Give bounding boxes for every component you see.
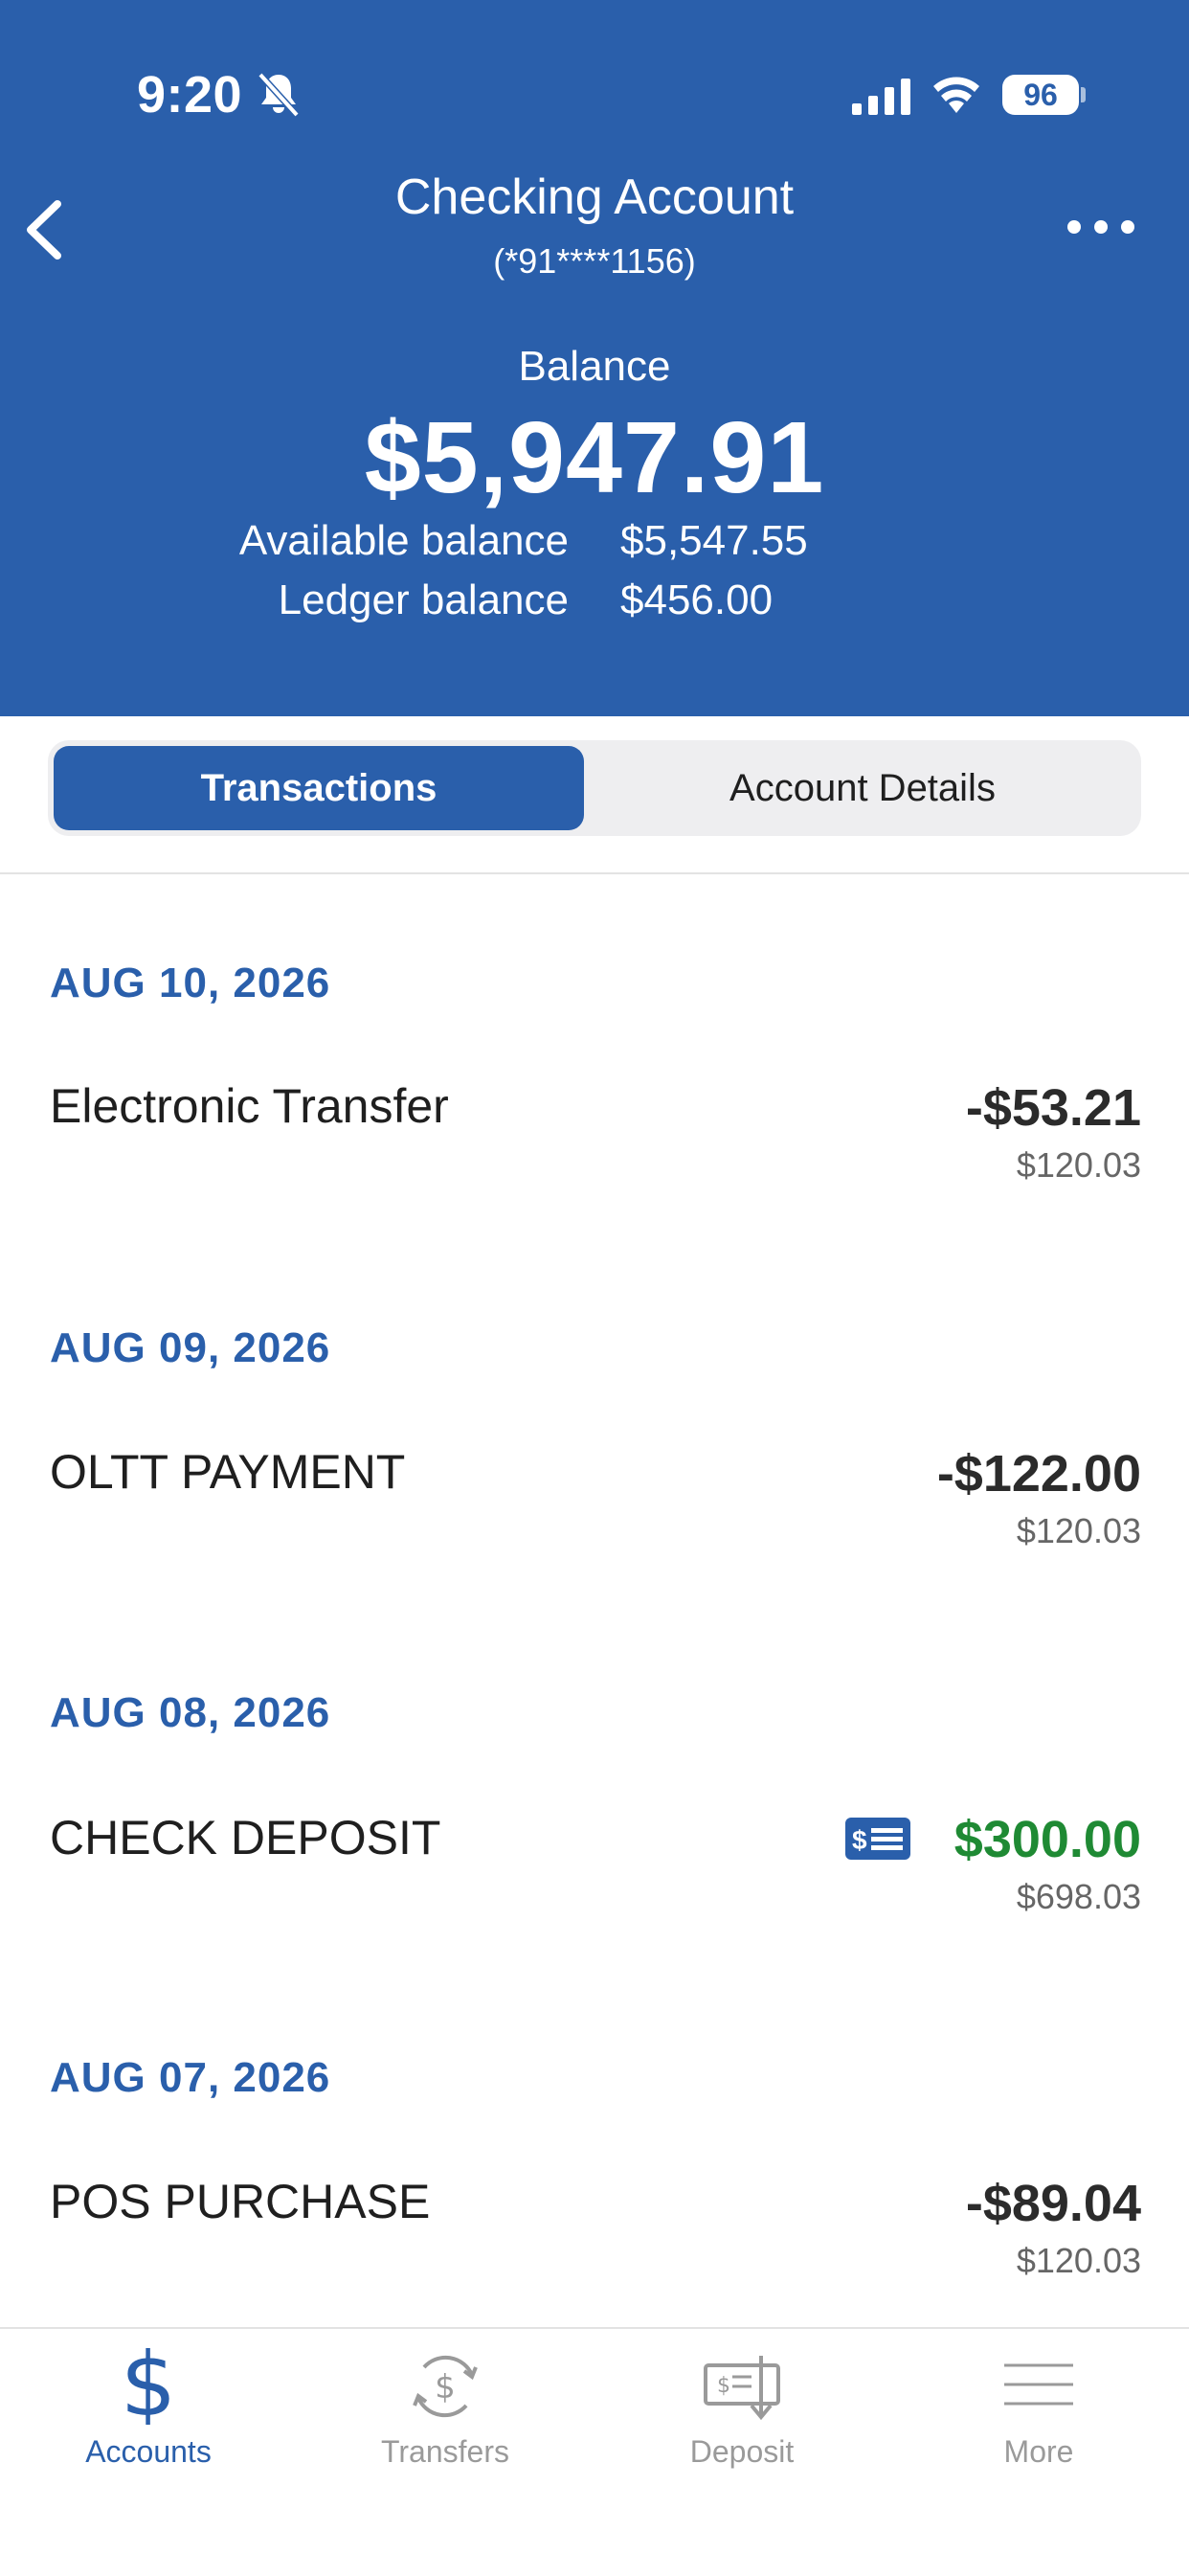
bell-muted-icon <box>258 72 300 118</box>
section-divider <box>0 872 1189 874</box>
transaction-name[interactable]: OLTT PAYMENT <box>50 1444 405 1500</box>
wifi-icon <box>933 77 979 113</box>
date-header: AUG 10, 2026 <box>50 960 331 1006</box>
cellular-signal-icon <box>852 79 910 115</box>
transfer-icon: $ <box>413 2355 478 2418</box>
svg-text:$: $ <box>435 2368 456 2407</box>
menu-icon <box>1004 2363 1073 2406</box>
tab-label: Accounts <box>85 2434 212 2469</box>
tab-transfers[interactable]: $ Transfers <box>297 2329 594 2511</box>
tab-label: More <box>1003 2434 1074 2469</box>
transaction-running-balance: $120.03 <box>1016 1511 1141 1550</box>
transaction-running-balance: $698.03 <box>1016 1877 1141 1916</box>
segmented-control: Transactions Account Details <box>48 740 1141 836</box>
available-balance-value: $5,547.55 <box>620 517 808 564</box>
svg-text:$: $ <box>852 1825 867 1855</box>
tab-accounts[interactable]: $ Accounts <box>0 2329 297 2511</box>
svg-text:$: $ <box>121 2344 177 2425</box>
bottom-tab-bar: $ Accounts $ Transfers $ Deposit More <box>0 2327 1189 2576</box>
balance-amount: $5,947.91 <box>364 401 825 514</box>
account-header: 9:20 96 Checking Account (*91****1156) B… <box>0 0 1189 716</box>
page-title: Checking Account <box>394 169 795 225</box>
tab-account-details[interactable]: Account Details <box>590 746 1135 830</box>
account-number: (*91****1156) <box>493 241 696 281</box>
svg-text:$: $ <box>717 2374 730 2398</box>
ledger-balance-row: Ledger balance $456.00 <box>0 576 1189 634</box>
battery-nub <box>1081 87 1086 102</box>
tab-label: Deposit <box>689 2434 795 2469</box>
transaction-amount: $300.00 <box>953 1811 1141 1868</box>
transaction-running-balance: $120.03 <box>1016 2241 1141 2280</box>
transaction-amount: -$122.00 <box>936 1445 1141 1503</box>
date-header: AUG 07, 2026 <box>50 2054 331 2101</box>
tab-label: Transfers <box>381 2434 509 2469</box>
check-deposit-icon: $ <box>845 1818 910 1860</box>
deposit-check-icon: $ <box>704 2356 780 2421</box>
date-header: AUG 09, 2026 <box>50 1324 331 1371</box>
ledger-balance-value: $456.00 <box>620 576 774 623</box>
balance-label: Balance <box>518 343 671 390</box>
transaction-name[interactable]: CHECK DEPOSIT <box>50 1810 440 1865</box>
status-time: 9:20 <box>137 66 243 124</box>
battery-indicator: 96 <box>1002 75 1079 115</box>
available-balance-label: Available balance <box>238 517 569 564</box>
transaction-running-balance: $120.03 <box>1016 1145 1141 1185</box>
tab-deposit[interactable]: $ Deposit <box>594 2329 890 2511</box>
transaction-amount: -$89.04 <box>965 2175 1141 2232</box>
available-balance-row: Available balance $5,547.55 <box>0 517 1189 575</box>
tab-more[interactable]: More <box>890 2329 1187 2511</box>
date-header: AUG 08, 2026 <box>50 1689 331 1736</box>
tab-transactions[interactable]: Transactions <box>54 746 584 830</box>
ledger-balance-label: Ledger balance <box>278 576 569 623</box>
transaction-name[interactable]: POS PURCHASE <box>50 2174 430 2229</box>
transaction-name[interactable]: Electronic Transfer <box>50 1078 449 1134</box>
transaction-amount: -$53.21 <box>965 1079 1141 1137</box>
dollar-icon: $ <box>121 2344 177 2425</box>
